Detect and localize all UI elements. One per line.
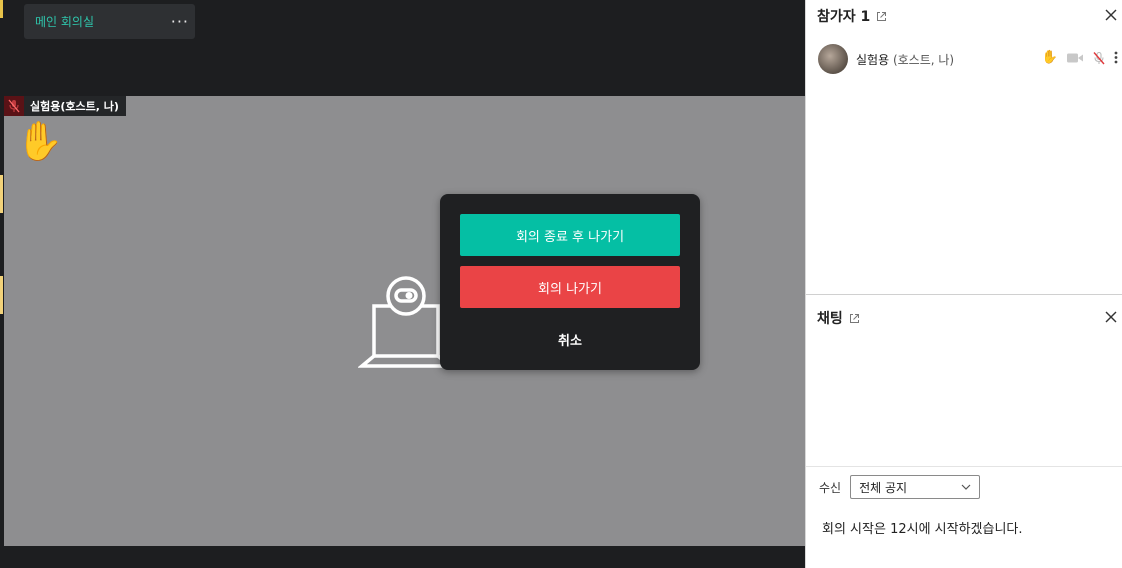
room-selector[interactable]: 메인 회의실 ··· [24,4,195,39]
close-participants-icon[interactable] [1104,8,1118,22]
participant-status-icons: ✋ [1042,50,1118,65]
participant-name: 실험용 (호스트, 나) [856,52,955,67]
side-panel: 참가자 1 실험용 (호스트, 나) ✋ 채팅 수신 전체 공지 회의 시작은 … [805,0,1122,568]
self-name-tag: 실험용(호스트, 나) [30,100,119,113]
more-vertical-icon[interactable] [1114,51,1118,64]
avatar [818,44,848,74]
end-meeting-and-leave-button[interactable]: 회의 종료 후 나가기 [460,214,680,256]
participants-header: 참가자 1 [817,6,887,26]
participant-row[interactable]: 실험용 (호스트, 나) ✋ [818,44,1118,74]
popout-icon[interactable] [876,11,887,22]
raise-hand-icon: ✋ [16,119,64,163]
recipient-select[interactable]: 전체 공지 [850,475,981,499]
chat-title: 채팅 [817,311,843,327]
chat-header: 채팅 [817,308,860,328]
participant-name-tag: 실험용(호스트, 나) [4,96,126,116]
leave-meeting-dialog: 회의 종료 후 나가기 회의 나가기 취소 [440,194,700,370]
chat-input-divider [806,466,1122,467]
recipient-label: 수신 [819,480,842,495]
cancel-button[interactable]: 취소 [460,318,680,360]
video-tile: 실험용(호스트, 나) ✋ 회의 종료 후 나가기 회의 나가기 취소 [4,96,805,546]
recipient-value: 전체 공지 [859,480,908,495]
popout-icon[interactable] [849,313,860,324]
video-camera-icon[interactable] [1066,52,1084,64]
chat-notice-message: 회의 시작은 12시에 시작하겠습니다. [822,522,1023,537]
close-chat-icon[interactable] [1104,310,1118,324]
participants-title: 참가자 1 [817,9,871,25]
recipient-row: 수신 전체 공지 [819,475,981,499]
room-label: 메인 회의실 [35,15,95,29]
leave-meeting-button[interactable]: 회의 나가기 [460,266,680,308]
mic-muted-icon[interactable] [1092,51,1106,65]
panel-divider [806,294,1122,295]
meeting-area: 메인 회의실 ··· 실험용(호스트, 나) ✋ 회의 종료 후 나가기 회의 … [0,0,805,568]
mic-muted-icon [4,96,24,116]
chevron-down-icon [961,484,971,490]
more-options-icon[interactable]: ··· [171,13,189,30]
raise-hand-status-icon: ✋ [1041,50,1058,65]
